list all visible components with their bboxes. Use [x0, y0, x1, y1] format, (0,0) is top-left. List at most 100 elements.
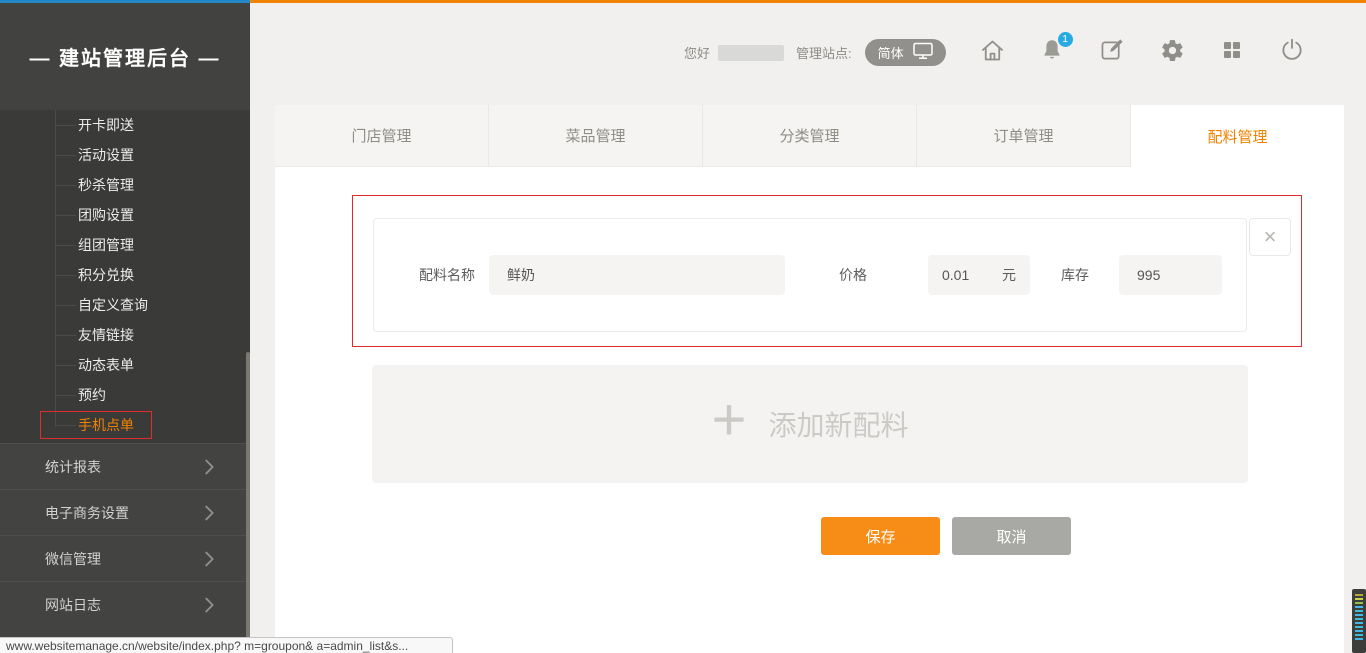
- chevron-right-icon: [198, 548, 220, 570]
- apps-grid-button[interactable]: [1219, 39, 1246, 66]
- tab-item[interactable]: 分类管理: [703, 105, 917, 167]
- sidebar-subitem[interactable]: 动态表单: [0, 350, 250, 380]
- sidebar-subitem-label: 积分兑换: [78, 265, 134, 285]
- price-label: 价格: [839, 265, 867, 285]
- chevron-right-icon: [198, 456, 220, 478]
- sidebar-subitem-label: 组团管理: [78, 235, 134, 255]
- ingredient-name-input[interactable]: [489, 255, 785, 295]
- minimap-stripe: [1355, 594, 1363, 596]
- sidebar-subitem[interactable]: 预约: [0, 380, 250, 410]
- sidebar-subitem[interactable]: 手机点单: [0, 410, 250, 440]
- price-unit: 元: [1002, 265, 1016, 285]
- notifications-button[interactable]: 1: [1039, 39, 1066, 66]
- sidebar-subitem[interactable]: 积分兑换: [0, 260, 250, 290]
- sidebar-submenu: 开卡即送活动设置秒杀管理团购设置组团管理积分兑换自定义查询友情链接动态表单预约手…: [0, 110, 250, 442]
- sidebar-subitem-label: 友情链接: [78, 325, 134, 345]
- close-ingredient-button[interactable]: ×: [1249, 218, 1291, 256]
- add-ingredient-button[interactable]: + 添加新配料: [372, 365, 1248, 483]
- minimap-widget[interactable]: [1352, 589, 1366, 653]
- sidebar-subitem[interactable]: 开卡即送: [0, 110, 250, 140]
- sidebar-section[interactable]: 微信管理: [0, 535, 250, 581]
- tab-item[interactable]: 菜品管理: [489, 105, 703, 167]
- stock-input[interactable]: [1119, 255, 1222, 295]
- sidebar-section-label: 微信管理: [45, 549, 101, 569]
- top-strip-orange: [250, 0, 1366, 3]
- sidebar-subitem[interactable]: 友情链接: [0, 320, 250, 350]
- home-button[interactable]: [979, 39, 1006, 66]
- minimap-stripe: [1355, 626, 1363, 628]
- sidebar-section-label: 统计报表: [45, 457, 101, 477]
- sidebar-subitem-label: 秒杀管理: [78, 175, 134, 195]
- sidebar-subitem-label: 活动设置: [78, 145, 134, 165]
- page: — 建站管理后台 — 开卡即送活动设置秒杀管理团购设置组团管理积分兑换自定义查询…: [0, 0, 1366, 653]
- browser-status-url: www.websitemanage.cn/website/index.php? …: [0, 637, 453, 653]
- minimap-stripe: [1355, 622, 1363, 624]
- stock-label: 库存: [1061, 265, 1089, 285]
- logout-button[interactable]: [1279, 39, 1306, 66]
- close-icon: ×: [1264, 226, 1277, 248]
- tab-item[interactable]: 订单管理: [917, 105, 1131, 167]
- sidebar-section-label: 电子商务设置: [45, 503, 129, 523]
- tab-label: 分类管理: [779, 125, 839, 146]
- language-site-button[interactable]: 简体: [865, 39, 946, 66]
- minimap-stripe: [1355, 610, 1363, 612]
- gear-icon: [1160, 38, 1185, 68]
- grid-icon: [1220, 38, 1244, 67]
- minimap-stripe: [1355, 602, 1363, 604]
- sidebar-sections: 统计报表电子商务设置微信管理网站日志: [0, 443, 250, 640]
- minimap-stripe: [1355, 638, 1363, 640]
- minimap-stripe: [1355, 614, 1363, 616]
- sidebar-scrollbar[interactable]: [246, 352, 250, 640]
- ingredient-card: 配料名称 价格 元 库存: [373, 218, 1247, 332]
- app-logo: — 建站管理后台 —: [0, 3, 250, 110]
- tab-item[interactable]: 门店管理: [275, 105, 489, 167]
- sidebar-subitem-label: 预约: [78, 385, 106, 405]
- sidebar-subitem[interactable]: 秒杀管理: [0, 170, 250, 200]
- language-label: 简体: [878, 43, 904, 62]
- chevron-right-icon: [198, 502, 220, 524]
- cancel-button[interactable]: 取消: [952, 517, 1071, 555]
- minimap-stripe: [1355, 618, 1363, 620]
- tab-label: 配料管理: [1207, 126, 1267, 147]
- save-button[interactable]: 保存: [821, 517, 940, 555]
- tab-label: 订单管理: [993, 125, 1053, 146]
- topbar: 您好 管理站点: 简体: [684, 30, 1306, 75]
- home-icon: [979, 37, 1006, 69]
- sidebar-section[interactable]: 网站日志: [0, 581, 250, 627]
- sidebar-subitem[interactable]: 活动设置: [0, 140, 250, 170]
- tab-item[interactable]: 配料管理: [1131, 105, 1344, 167]
- tab-label: 菜品管理: [565, 125, 625, 146]
- plus-icon: +: [711, 396, 746, 444]
- monitor-icon: [913, 42, 933, 63]
- edit-icon: [1099, 37, 1125, 68]
- sidebar-section-label: 网站日志: [45, 595, 101, 615]
- price-input-box: 元: [928, 255, 1030, 295]
- sidebar-subitem-label: 开卡即送: [78, 115, 134, 135]
- price-input[interactable]: [942, 267, 986, 283]
- tab-label: 门店管理: [351, 125, 411, 146]
- sidebar-subitem-label: 团购设置: [78, 205, 134, 225]
- site-label: 管理站点:: [796, 43, 852, 62]
- minimap-stripe: [1355, 634, 1363, 636]
- sidebar-subitem-label: 自定义查询: [78, 295, 148, 315]
- minimap-stripe: [1355, 606, 1363, 608]
- sidebar-subitem[interactable]: 组团管理: [0, 230, 250, 260]
- sidebar-subitem[interactable]: 自定义查询: [0, 290, 250, 320]
- greeting-text: 您好: [684, 43, 710, 62]
- add-ingredient-label: 添加新配料: [769, 404, 909, 444]
- sidebar-subitem-label: 手机点单: [78, 415, 134, 435]
- sidebar: — 建站管理后台 — 开卡即送活动设置秒杀管理团购设置组团管理积分兑换自定义查询…: [0, 3, 250, 640]
- sidebar-subitem-label: 动态表单: [78, 355, 134, 375]
- sidebar-section[interactable]: 电子商务设置: [0, 489, 250, 535]
- settings-button[interactable]: [1159, 39, 1186, 66]
- sidebar-section[interactable]: 统计报表: [0, 443, 250, 489]
- power-icon: [1279, 37, 1305, 68]
- edit-button[interactable]: [1099, 39, 1126, 66]
- sidebar-subitem[interactable]: 团购设置: [0, 200, 250, 230]
- censored-username: [718, 45, 784, 61]
- chevron-right-icon: [198, 594, 220, 616]
- tab-bar: 门店管理 菜品管理 分类管理 订单管理 配料管理: [275, 105, 1344, 167]
- ingredient-name-label: 配料名称: [419, 265, 475, 285]
- minimap-stripe: [1355, 598, 1363, 600]
- minimap-stripe: [1355, 630, 1363, 632]
